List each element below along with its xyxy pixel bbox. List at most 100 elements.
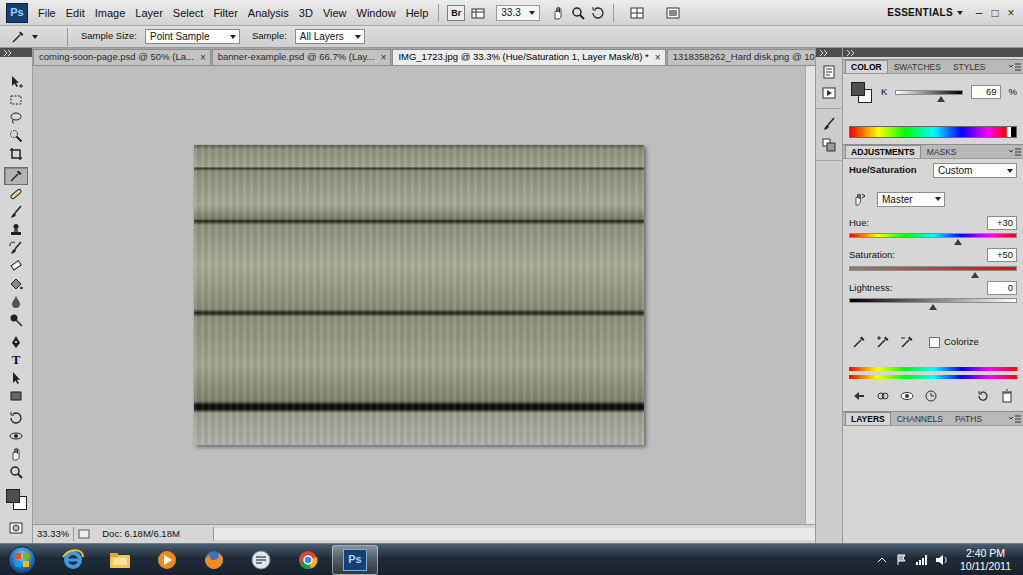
window-control[interactable]: □ [987,4,1003,22]
menu-item[interactable]: View [318,1,352,25]
slider-value[interactable]: +50 [987,248,1017,262]
tool-button[interactable] [4,427,28,445]
eyedropper-subtract-icon[interactable] [897,333,917,351]
collapse-icon[interactable] [846,49,855,57]
tool-button[interactable] [4,409,28,427]
document-tab[interactable]: coming-soon-page.psd @ 50% (La...× [33,49,211,65]
color-swatches[interactable] [849,80,873,104]
hue-slider[interactable] [849,233,1017,238]
tool-button[interactable] [4,463,28,481]
color-swatches[interactable] [4,487,28,511]
slider-thumb[interactable] [954,239,962,245]
close-tab-button[interactable]: × [200,50,206,65]
tool-button[interactable] [4,275,28,293]
preset-dropdown[interactable]: Custom [933,163,1017,178]
tool-button[interactable] [4,239,28,257]
tool-button[interactable] [4,369,28,387]
hand-icon[interactable] [548,4,568,22]
clone-source-panel-icon[interactable] [819,136,839,154]
tool-button[interactable] [4,387,28,405]
close-tab-button[interactable]: × [381,50,387,65]
panel-menu-icon[interactable] [1007,146,1023,158]
document-tab[interactable]: IMG_1723.jpg @ 33.3% (Hue/Saturation 1, … [392,49,665,65]
tool-button[interactable] [4,167,28,185]
colorize-option[interactable]: Colorize [929,335,979,349]
saturation-slider[interactable] [849,266,1017,271]
arrange-documents-icon[interactable] [627,4,647,22]
mini-bridge-icon[interactable] [468,4,488,22]
foreground-color[interactable] [6,489,20,503]
color-ramp[interactable] [849,126,1017,138]
foreground-color[interactable] [851,82,865,96]
panel-menu-icon[interactable] [1007,61,1023,73]
collapse-icon[interactable] [819,49,828,57]
vertical-scrollbar[interactable] [805,66,815,524]
menu-item[interactable]: Help [401,1,434,25]
status-zoom[interactable]: 33.33% [33,527,74,541]
menu-item[interactable]: Image [90,1,131,25]
channel-dropdown[interactable]: Master [877,192,945,207]
panel-tab[interactable]: STYLES [947,60,992,73]
taskbar-button[interactable] [238,545,284,575]
panel-menu-icon[interactable] [1007,413,1023,425]
rotate-view-icon[interactable] [588,4,608,22]
taskbar-button[interactable]: Ps [332,545,378,575]
menu-item[interactable]: Window [352,1,401,25]
zoom-icon[interactable] [568,4,588,22]
window-control[interactable]: × [1003,4,1019,22]
clip-icon[interactable] [873,387,893,405]
reset-icon[interactable] [973,387,993,405]
quick-mask-icon[interactable] [6,519,26,537]
target-adjust-icon[interactable] [849,190,869,208]
sample-dropdown[interactable]: All Layers [295,29,365,44]
tool-button[interactable] [4,293,28,311]
k-value[interactable]: 69 [971,85,1001,99]
slider-thumb[interactable] [971,272,979,278]
taskbar-button[interactable] [191,545,237,575]
tool-button[interactable] [4,445,28,463]
trash-icon[interactable] [997,387,1017,405]
tool-button[interactable] [4,203,28,221]
taskbar-button[interactable] [50,545,96,575]
slider-value[interactable]: +30 [987,216,1017,230]
tool-button[interactable] [4,333,28,351]
colorize-checkbox[interactable] [929,337,940,348]
panel-tab[interactable]: LAYERS [845,412,891,425]
k-slider[interactable] [895,90,962,95]
menu-item[interactable]: Layer [130,1,168,25]
menu-item[interactable]: Edit [61,1,90,25]
panel-tab[interactable]: MASKS [921,145,963,158]
panel-tab[interactable]: CHANNELS [891,412,949,425]
taskbar-button[interactable] [97,545,143,575]
panel-tab[interactable]: PATHS [949,412,988,425]
eyedropper-icon[interactable] [849,333,869,351]
tool-button[interactable] [4,185,28,203]
document-tab[interactable]: 1318358262_Hard disk.png @ 100...× [667,49,815,65]
photo[interactable] [194,145,644,445]
volume-icon[interactable] [932,551,952,569]
network-icon[interactable] [912,551,932,569]
taskbar-button[interactable] [285,545,331,575]
menu-item[interactable]: File [33,1,61,25]
tool-button[interactable] [4,311,28,329]
screen-mode-icon[interactable] [663,4,683,22]
brush-panel-icon[interactable] [819,115,839,133]
bridge-button[interactable]: Br [447,5,465,21]
workspace-switcher[interactable]: ESSENTIALS [879,5,971,20]
panel-tab[interactable]: COLOR [845,60,888,73]
eyedropper-add-icon[interactable] [873,333,893,351]
menu-item[interactable]: 3D [294,1,318,25]
document-tab[interactable]: banner-example.psd @ 66.7% (Lay...× [212,49,392,65]
tool-button[interactable] [4,109,28,127]
actions-panel-icon[interactable] [819,84,839,102]
tool-button[interactable] [4,221,28,239]
back-icon[interactable] [849,387,869,405]
sample-size-dropdown[interactable]: Point Sample [145,29,240,44]
menu-item[interactable]: Analysis [243,1,294,25]
action-center-icon[interactable] [892,551,912,569]
taskbar-button[interactable] [144,545,190,575]
menu-item[interactable]: Select [168,1,209,25]
history-panel-icon[interactable] [819,63,839,81]
status-export-icon[interactable] [74,525,94,543]
collapse-icon[interactable] [3,49,12,57]
